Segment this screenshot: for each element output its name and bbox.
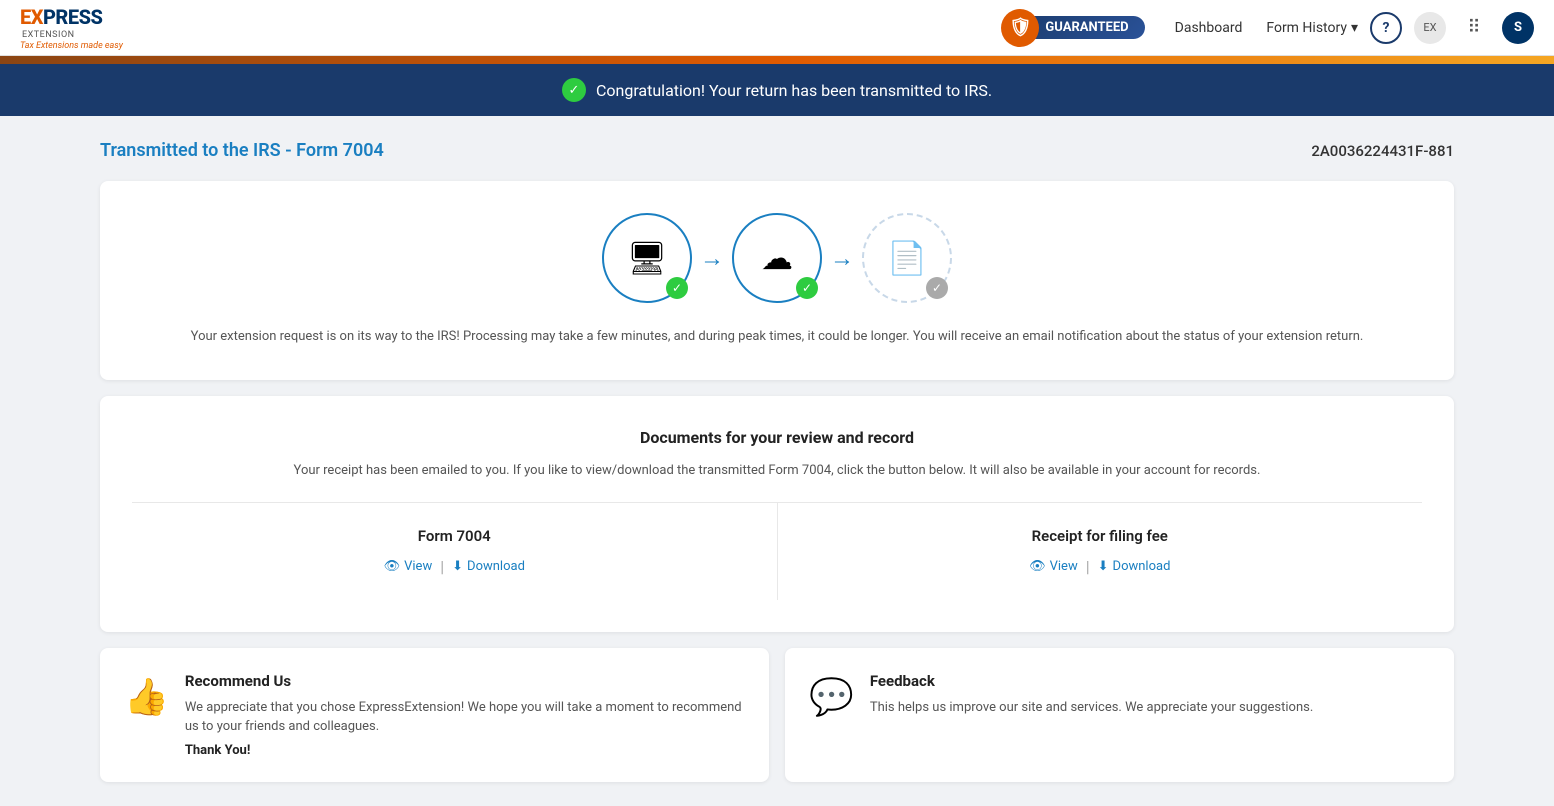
form7004-actions: 👁 View | ⬇ Download — [156, 557, 753, 576]
receipt-download-label: Download — [1113, 559, 1171, 574]
eye-icon-2: 👁 — [1029, 559, 1046, 574]
documents-card: Documents for your review and record You… — [100, 396, 1454, 632]
documents-description: Your receipt has been emailed to you. If… — [132, 463, 1422, 478]
bottom-grid: 👍 Recommend Us We appreciate that you ch… — [100, 648, 1454, 782]
transmitted-check: ✓ — [796, 277, 818, 299]
nav-links: Dashboard Form History ▾ — [1175, 20, 1358, 36]
help-icon[interactable]: ? — [1370, 12, 1402, 44]
transmission-description: Your extension request is on its way to … — [132, 327, 1422, 348]
app-header: EXPRESS EXTENSION Tax Extensions made ea… — [0, 0, 1554, 56]
main-content: Transmitted to the IRS - Form 7004 2A003… — [0, 116, 1554, 806]
recommend-emphasis: Thank You! — [185, 743, 745, 758]
receipt-actions: 👁 View | ⬇ Download — [802, 557, 1399, 576]
recommend-content: Recommend Us We appreciate that you chos… — [185, 672, 745, 758]
page-header: Transmitted to the IRS - Form 7004 2A003… — [100, 140, 1454, 161]
form7004-download-label: Download — [467, 559, 525, 574]
receipt-name: Receipt for filing fee — [802, 527, 1399, 545]
transmission-card: 🖥 ✓ → ☁ ✓ → 📄 ✓ Your extension request i… — [100, 181, 1454, 380]
page-title: Transmitted to the IRS - Form 7004 — [100, 140, 384, 161]
eye-icon: 👁 — [384, 559, 401, 574]
arrow-2: → — [830, 244, 854, 273]
separator-2: | — [1086, 557, 1090, 576]
step-submitted: 🖥 ✓ — [602, 213, 692, 303]
feedback-text: This helps us improve our site and servi… — [870, 698, 1313, 718]
gradient-bar — [0, 56, 1554, 64]
step-irs: 📄 ✓ — [862, 213, 952, 303]
success-banner-text: Congratulation! Your return has been tra… — [596, 81, 992, 100]
documents-title: Documents for your review and record — [132, 428, 1422, 447]
avatar-icon[interactable]: S — [1502, 12, 1534, 44]
form7004-view-link[interactable]: 👁 View — [384, 559, 433, 574]
form7004-view-label: View — [404, 559, 432, 574]
feedback-icon: 💬 — [809, 676, 854, 758]
form-history-label: Form History — [1266, 20, 1347, 36]
logo-top: EXPRESS — [20, 5, 123, 29]
user-toggle-icon[interactable]: EX — [1414, 12, 1446, 44]
download-icon-2: ⬇ — [1098, 559, 1109, 574]
nav-icons: ? EX ⠿ S — [1370, 12, 1534, 44]
feedback-title: Feedback — [870, 672, 1313, 690]
receipt-col: Receipt for filing fee 👁 View | ⬇ Downlo… — [778, 503, 1423, 600]
transmitted-icon: ☁ — [761, 239, 793, 277]
logo-text: EXPRESS — [20, 5, 102, 29]
reference-id: 2A0036224431F-881 — [1311, 142, 1454, 160]
irs-check: ✓ — [926, 277, 948, 299]
download-icon-1: ⬇ — [452, 559, 463, 574]
nav-dashboard[interactable]: Dashboard — [1175, 20, 1243, 36]
badge-label: GUARANTEED — [1045, 20, 1128, 35]
thumbs-up-icon: 👍 — [124, 676, 169, 758]
recommend-text: We appreciate that you chose ExpressExte… — [185, 698, 745, 737]
steps-row: 🖥 ✓ → ☁ ✓ → 📄 ✓ — [132, 213, 1422, 303]
arrow-1: → — [700, 244, 724, 273]
logo-extension-text: EXTENSION — [22, 30, 123, 40]
success-banner: ✓ Congratulation! Your return has been t… — [0, 64, 1554, 116]
receipt-download-link[interactable]: ⬇ Download — [1098, 559, 1171, 574]
documents-grid: Form 7004 👁 View | ⬇ Download Receipt fo… — [132, 502, 1422, 600]
grid-icon[interactable]: ⠿ — [1458, 12, 1490, 44]
recommend-card: 👍 Recommend Us We appreciate that you ch… — [100, 648, 769, 782]
irs-icon: 📄 — [887, 239, 927, 277]
logo-press: PRESS — [43, 5, 102, 29]
guaranteed-badge: 🛡 GUARANTEED — [1005, 16, 1144, 39]
chevron-down-icon: ▾ — [1351, 20, 1358, 36]
form7004-download-link[interactable]: ⬇ Download — [452, 559, 525, 574]
guaranteed-badge-area: 🛡 GUARANTEED — [1005, 16, 1144, 39]
success-check-icon: ✓ — [562, 78, 586, 102]
feedback-card: 💬 Feedback This helps us improve our sit… — [785, 648, 1454, 782]
receipt-view-label: View — [1050, 559, 1078, 574]
submitted-check: ✓ — [666, 277, 688, 299]
logo-area: EXPRESS EXTENSION Tax Extensions made ea… — [20, 5, 123, 51]
logo-tagline: Tax Extensions made easy — [20, 41, 123, 51]
nav-form-history[interactable]: Form History ▾ — [1266, 20, 1358, 36]
submitted-icon: 🖥 — [627, 239, 668, 277]
receipt-view-link[interactable]: 👁 View — [1029, 559, 1078, 574]
recommend-title: Recommend Us — [185, 672, 745, 690]
form7004-col: Form 7004 👁 View | ⬇ Download — [132, 503, 778, 600]
logo-ex: EX — [20, 5, 43, 29]
badge-shield-icon: 🛡 — [1001, 9, 1039, 47]
separator-1: | — [440, 557, 444, 576]
step-transmitted: ☁ ✓ — [732, 213, 822, 303]
feedback-content: Feedback This helps us improve our site … — [870, 672, 1313, 758]
form7004-name: Form 7004 — [156, 527, 753, 545]
